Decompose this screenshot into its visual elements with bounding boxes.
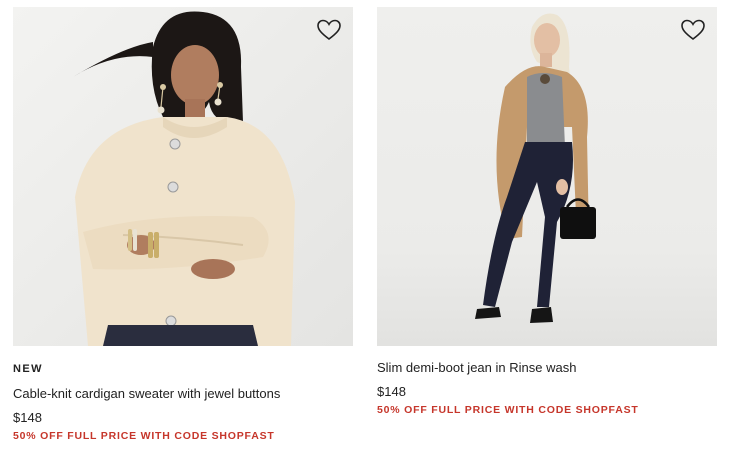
heart-outline-icon[interactable]: [316, 18, 342, 42]
product-photo-cardigan: [13, 7, 353, 346]
product-price: $148: [377, 384, 406, 399]
product-card[interactable]: NEW Cable-knit cardigan sweater with jew…: [13, 7, 353, 443]
product-image[interactable]: [13, 7, 353, 346]
product-promo: 50% OFF FULL PRICE WITH CODE SHOPFAST: [13, 430, 275, 442]
product-promo: 50% OFF FULL PRICE WITH CODE SHOPFAST: [377, 404, 639, 416]
heart-outline-icon[interactable]: [680, 18, 706, 42]
product-name[interactable]: Cable-knit cardigan sweater with jewel b…: [13, 386, 353, 402]
product-price: $148: [13, 410, 42, 425]
product-photo-jean: [377, 7, 717, 346]
product-badge: NEW: [13, 363, 43, 375]
product-card[interactable]: Slim demi-boot jean in Rinse wash $148 5…: [377, 7, 717, 417]
product-image[interactable]: [377, 7, 717, 346]
product-name[interactable]: Slim demi-boot jean in Rinse wash: [377, 360, 717, 376]
